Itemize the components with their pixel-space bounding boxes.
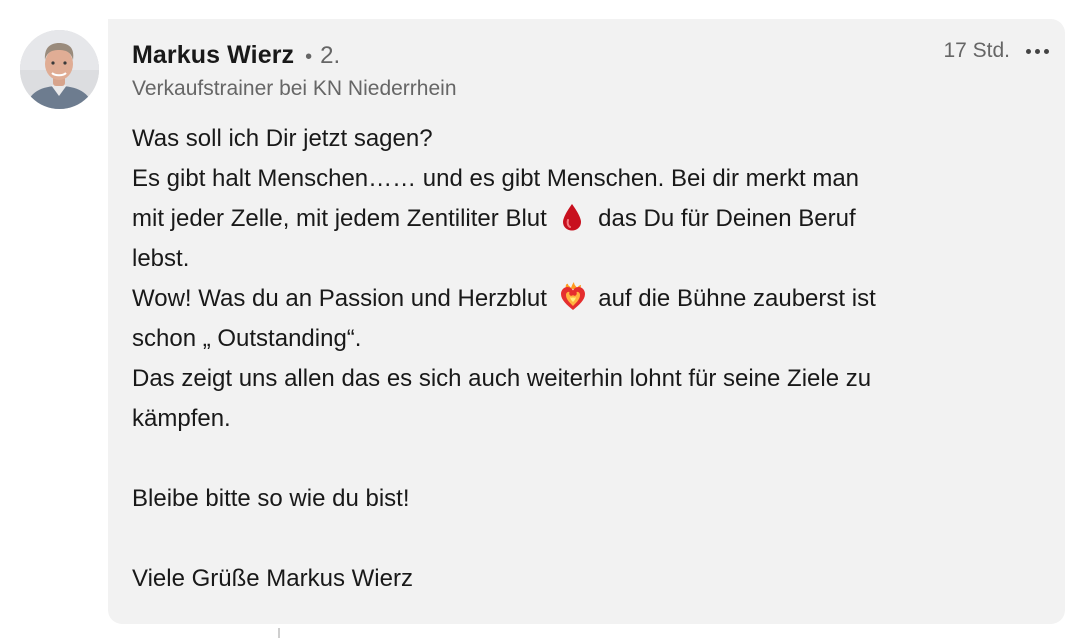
comment-timestamp: 17 Std. bbox=[943, 39, 1010, 62]
comment-line: Bleibe bitte so wie du bist! bbox=[132, 485, 410, 512]
author-name[interactable]: Markus Wierz bbox=[132, 41, 294, 70]
comment-bubble: Markus Wierz • 2. Verkaufstrainer bei KN… bbox=[108, 19, 1065, 624]
connection-degree: 2. bbox=[320, 42, 341, 69]
comment-meta: 17 Std. bbox=[943, 39, 1049, 63]
comment-line: Wow! Was du an Passion und Herzblut auf … bbox=[132, 279, 1037, 319]
drop-of-blood-icon bbox=[557, 202, 587, 232]
comment-text: auf die Bühne zauberst ist bbox=[598, 285, 876, 312]
comment-line: lebst. bbox=[132, 245, 190, 272]
comment-text: das Du für Deinen Beruf bbox=[598, 205, 856, 232]
author-row: Markus Wierz • 2. bbox=[132, 41, 340, 70]
thread-connector bbox=[278, 628, 280, 638]
heart-on-fire-icon bbox=[558, 282, 588, 312]
comment-line: Was soll ich Dir jetzt sagen? bbox=[132, 125, 433, 152]
comment-body: Was soll ich Dir jetzt sagen? Es gibt ha… bbox=[132, 119, 1037, 599]
comment-line: kämpfen. bbox=[132, 405, 231, 432]
comment-line: schon „ Outstanding“. bbox=[132, 325, 362, 352]
comment-line: Viele Grüße Markus Wierz bbox=[132, 565, 413, 592]
comment-line: Es gibt halt Menschen…… und es gibt Mens… bbox=[132, 165, 860, 192]
separator-dot: • bbox=[305, 46, 313, 68]
more-options-icon[interactable] bbox=[1026, 41, 1049, 61]
comment-line: mit jeder Zelle, mit jedem Zentiliter Bl… bbox=[132, 199, 1037, 239]
author-headline: Verkaufstrainer bei KN Niederrhein bbox=[132, 77, 457, 100]
comment-text: Wow! Was du an Passion und Herzblut bbox=[132, 285, 547, 312]
comment-line: Das zeigt uns allen das es sich auch wei… bbox=[132, 365, 872, 392]
comment-text: mit jeder Zelle, mit jedem Zentiliter Bl… bbox=[132, 205, 547, 232]
avatar[interactable] bbox=[20, 30, 99, 109]
